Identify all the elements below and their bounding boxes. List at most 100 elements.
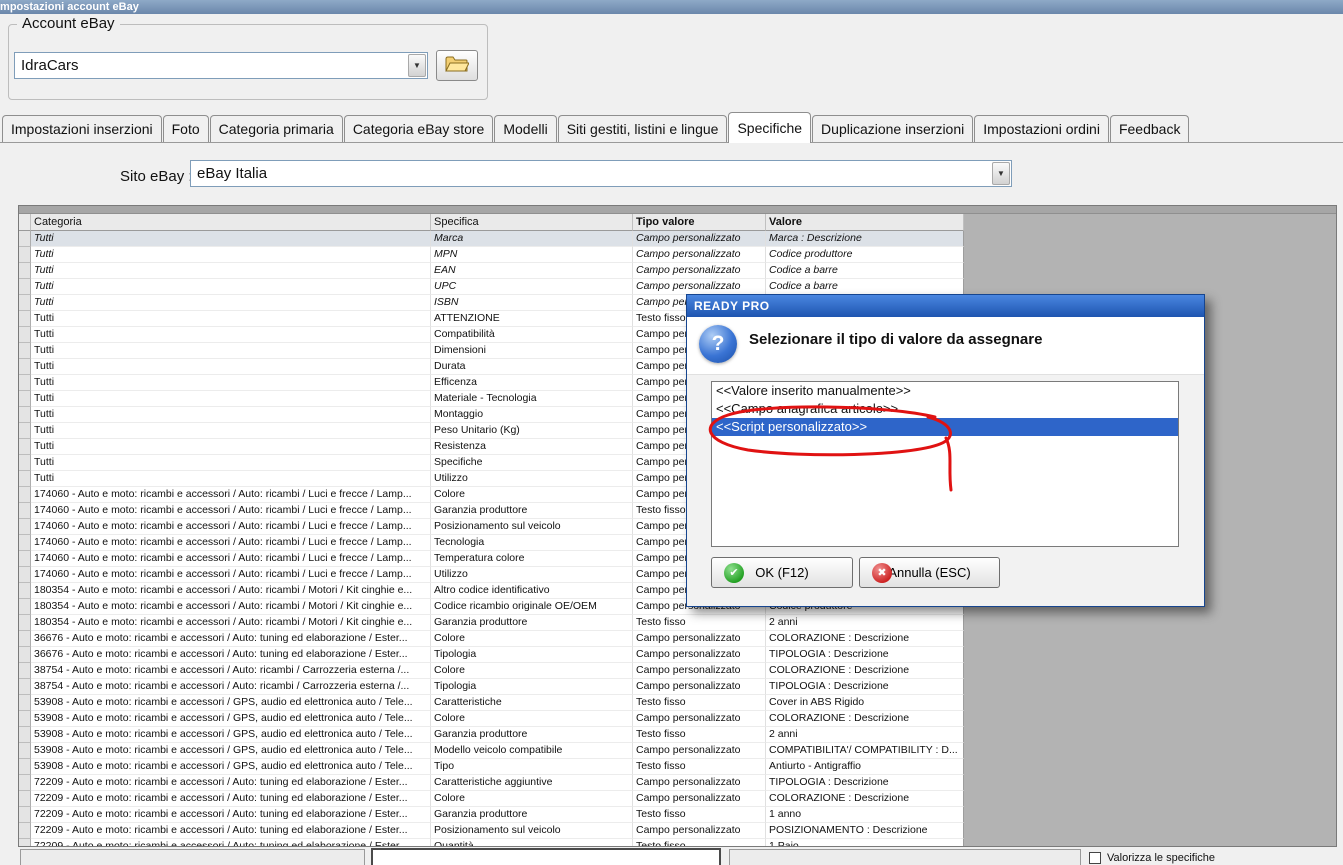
row-selector[interactable] <box>19 839 31 846</box>
row-selector[interactable] <box>19 679 31 695</box>
table-row[interactable]: 38754 - Auto e moto: ricambi e accessori… <box>19 663 964 679</box>
table-row[interactable]: 53908 - Auto e moto: ricambi e accessori… <box>19 695 964 711</box>
specifica-cell[interactable]: Colore <box>431 631 633 647</box>
specifica-cell[interactable]: Altro codice identificativo <box>431 583 633 599</box>
specifica-cell[interactable]: Temperatura colore <box>431 551 633 567</box>
row-selector[interactable] <box>19 295 31 311</box>
specifica-cell[interactable]: Colore <box>431 791 633 807</box>
specifica-cell[interactable]: Garanzia produttore <box>431 807 633 823</box>
dialog-titlebar[interactable]: READY PRO <box>687 295 1204 317</box>
row-selector[interactable] <box>19 359 31 375</box>
specifica-cell[interactable]: Materiale - Tecnologia <box>431 391 633 407</box>
table-row[interactable]: 53908 - Auto e moto: ricambi e accessori… <box>19 711 964 727</box>
row-selector[interactable] <box>19 519 31 535</box>
row-selector[interactable] <box>19 807 31 823</box>
categoria-cell[interactable]: 53908 - Auto e moto: ricambi e accessori… <box>31 743 431 759</box>
tab-duplicazione-inserzioni[interactable]: Duplicazione inserzioni <box>812 115 974 142</box>
categoria-cell[interactable]: 72209 - Auto e moto: ricambi e accessori… <box>31 839 431 846</box>
bottom-panel-2[interactable] <box>371 848 721 865</box>
site-combobox[interactable]: eBay Italia ▼ <box>190 160 1012 187</box>
valore-cell[interactable]: Antiurto - Antigraffio <box>766 759 964 775</box>
categoria-cell[interactable]: Tutti <box>31 311 431 327</box>
row-selector[interactable] <box>19 743 31 759</box>
categoria-cell[interactable]: 174060 - Auto e moto: ricambi e accessor… <box>31 535 431 551</box>
specifica-cell[interactable]: Caratteristiche <box>431 695 633 711</box>
specifica-cell[interactable]: Codice ricambio originale OE/OEM <box>431 599 633 615</box>
categoria-cell[interactable]: 180354 - Auto e moto: ricambi e accessor… <box>31 599 431 615</box>
column-header-tipo-valore[interactable]: Tipo valore <box>633 214 766 231</box>
table-row[interactable]: 72209 - Auto e moto: ricambi e accessori… <box>19 823 964 839</box>
categoria-cell[interactable]: 180354 - Auto e moto: ricambi e accessor… <box>31 583 431 599</box>
tipo-valore-cell[interactable]: Campo personalizzato <box>633 711 766 727</box>
tipo-valore-cell[interactable]: Testo fisso <box>633 727 766 743</box>
specifica-cell[interactable]: Colore <box>431 663 633 679</box>
row-selector[interactable] <box>19 263 31 279</box>
categoria-cell[interactable]: 36676 - Auto e moto: ricambi e accessori… <box>31 631 431 647</box>
table-row[interactable]: 36676 - Auto e moto: ricambi e accessori… <box>19 647 964 663</box>
row-selector[interactable] <box>19 343 31 359</box>
valore-cell[interactable]: 1 anno <box>766 807 964 823</box>
categoria-cell[interactable]: Tutti <box>31 327 431 343</box>
row-selector[interactable] <box>19 375 31 391</box>
row-selector[interactable] <box>19 823 31 839</box>
categoria-cell[interactable]: Tutti <box>31 279 431 295</box>
categoria-cell[interactable]: 72209 - Auto e moto: ricambi e accessori… <box>31 807 431 823</box>
categoria-cell[interactable]: Tutti <box>31 471 431 487</box>
row-selector[interactable] <box>19 439 31 455</box>
chevron-down-icon[interactable]: ▼ <box>408 54 426 77</box>
value-type-option[interactable]: <<Campo anagrafica articolo>> <box>712 400 1178 418</box>
row-selector[interactable] <box>19 279 31 295</box>
tab-modelli[interactable]: Modelli <box>494 115 557 142</box>
table-row[interactable]: 36676 - Auto e moto: ricambi e accessori… <box>19 631 964 647</box>
specifica-cell[interactable]: Garanzia produttore <box>431 615 633 631</box>
row-selector[interactable] <box>19 663 31 679</box>
tipo-valore-cell[interactable]: Testo fisso <box>633 807 766 823</box>
categoria-cell[interactable]: 174060 - Auto e moto: ricambi e accessor… <box>31 487 431 503</box>
categoria-cell[interactable]: 53908 - Auto e moto: ricambi e accessori… <box>31 759 431 775</box>
row-selector[interactable] <box>19 631 31 647</box>
specifica-cell[interactable]: Compatibilità <box>431 327 633 343</box>
categoria-cell[interactable]: 53908 - Auto e moto: ricambi e accessori… <box>31 695 431 711</box>
valore-cell[interactable]: TIPOLOGIA : Descrizione <box>766 775 964 791</box>
categoria-cell[interactable]: Tutti <box>31 407 431 423</box>
row-selector[interactable] <box>19 391 31 407</box>
row-selector[interactable] <box>19 695 31 711</box>
tipo-valore-cell[interactable]: Campo personalizzato <box>633 279 766 295</box>
categoria-cell[interactable]: Tutti <box>31 343 431 359</box>
row-selector[interactable] <box>19 711 31 727</box>
valore-cell[interactable]: COLORAZIONE : Descrizione <box>766 711 964 727</box>
specifica-cell[interactable]: Tipo <box>431 759 633 775</box>
row-selector[interactable] <box>19 407 31 423</box>
specifica-cell[interactable]: Durata <box>431 359 633 375</box>
value-type-option[interactable]: <<Valore inserito manualmente>> <box>712 382 1178 400</box>
tipo-valore-cell[interactable]: Campo personalizzato <box>633 743 766 759</box>
bottom-panel-1[interactable] <box>20 849 365 865</box>
specifica-cell[interactable]: Tipologia <box>431 647 633 663</box>
tab-siti-gestiti-listini-e-lingue[interactable]: Siti gestiti, listini e lingue <box>557 115 728 142</box>
chevron-down-icon[interactable]: ▼ <box>992 162 1010 185</box>
specifica-cell[interactable]: Peso Unitario (Kg) <box>431 423 633 439</box>
categoria-cell[interactable]: 174060 - Auto e moto: ricambi e accessor… <box>31 551 431 567</box>
categoria-cell[interactable]: Tutti <box>31 231 431 247</box>
specifica-cell[interactable]: Resistenza <box>431 439 633 455</box>
row-selector[interactable] <box>19 535 31 551</box>
table-row[interactable]: 180354 - Auto e moto: ricambi e accessor… <box>19 615 964 631</box>
column-header-valore[interactable]: Valore <box>766 214 964 231</box>
specifica-cell[interactable]: Modello veicolo compatibile <box>431 743 633 759</box>
tab-foto[interactable]: Foto <box>162 115 209 142</box>
tipo-valore-cell[interactable]: Campo personalizzato <box>633 791 766 807</box>
specifica-cell[interactable]: Dimensioni <box>431 343 633 359</box>
valore-cell[interactable]: TIPOLOGIA : Descrizione <box>766 679 964 695</box>
row-selector[interactable] <box>19 759 31 775</box>
tab-feedback[interactable]: Feedback <box>1109 115 1190 142</box>
categoria-cell[interactable]: 180354 - Auto e moto: ricambi e accessor… <box>31 615 431 631</box>
specifica-cell[interactable]: Garanzia produttore <box>431 503 633 519</box>
categoria-cell[interactable]: 38754 - Auto e moto: ricambi e accessori… <box>31 663 431 679</box>
account-combobox[interactable]: IdraCars ▼ <box>14 52 428 79</box>
categoria-cell[interactable]: Tutti <box>31 247 431 263</box>
row-selector[interactable] <box>19 503 31 519</box>
tipo-valore-cell[interactable]: Campo personalizzato <box>633 679 766 695</box>
tipo-valore-cell[interactable]: Campo personalizzato <box>633 231 766 247</box>
specifica-cell[interactable]: Caratteristiche aggiuntive <box>431 775 633 791</box>
specifica-cell[interactable]: Efficenza <box>431 375 633 391</box>
